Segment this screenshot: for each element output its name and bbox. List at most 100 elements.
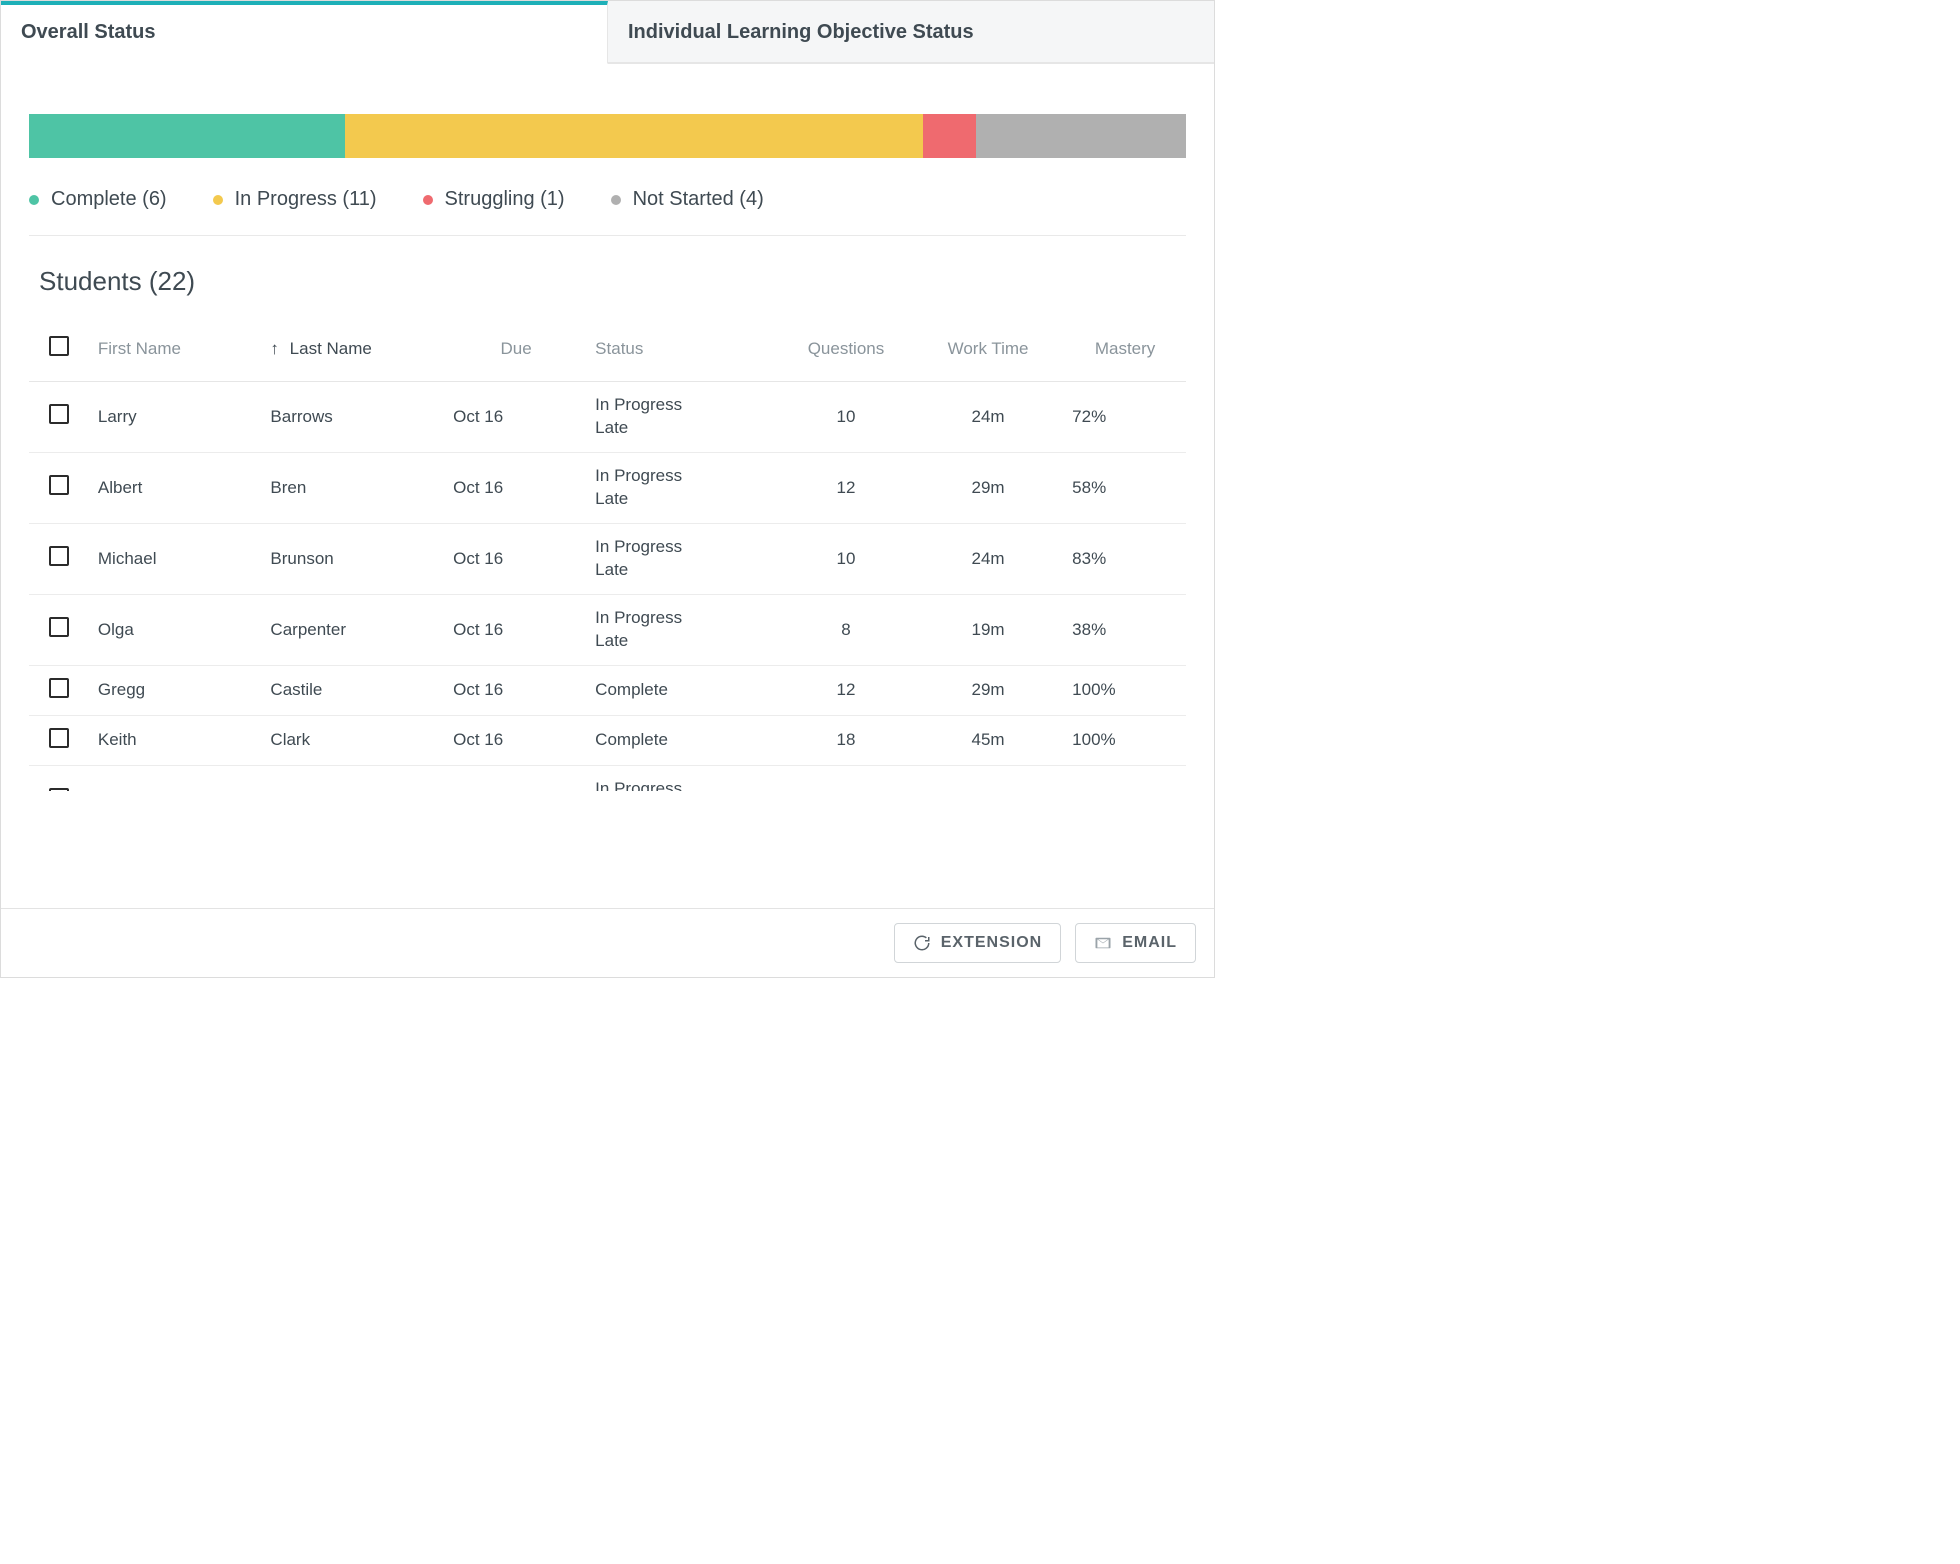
cell-status: In ProgressLate — [587, 382, 780, 453]
row-checkbox[interactable] — [49, 788, 69, 791]
header-last-name-label: Last Name — [290, 339, 372, 358]
header-due-label: Due — [501, 339, 532, 358]
cell-last-name: Carpenter — [270, 620, 346, 639]
cell-first: Keith — [90, 715, 263, 765]
legend-item-complete[interactable]: Complete (6) — [29, 188, 167, 211]
cell-first-name: David — [98, 790, 141, 791]
cell-status-primary: In Progress — [595, 778, 772, 792]
cell-checkbox — [29, 765, 90, 791]
row-checkbox[interactable] — [49, 475, 69, 495]
cell-work-time: 29m — [972, 478, 1005, 497]
email-button[interactable]: EMAIL — [1075, 923, 1196, 963]
legend-item-in-progress[interactable]: In Progress (11) — [213, 188, 377, 211]
row-checkbox[interactable] — [49, 617, 69, 637]
header-work-time[interactable]: Work Time — [912, 322, 1064, 382]
cell-checkbox — [29, 594, 90, 665]
row-checkbox[interactable] — [49, 728, 69, 748]
cell-last: Brunson — [262, 523, 445, 594]
cell-due-wrap: Oct 16 — [445, 594, 587, 665]
cell-first: Michael — [90, 523, 263, 594]
cell-work-time: 26m — [972, 790, 1005, 791]
legend-label-complete: Complete (6) — [51, 188, 167, 211]
cell-last-name: Clark — [270, 730, 310, 749]
cell-work-time-wrap: 24m — [912, 382, 1064, 453]
cell-due-wrap: Oct 16 — [445, 765, 587, 791]
row-checkbox[interactable] — [49, 404, 69, 424]
cell-work-time: 29m — [972, 680, 1005, 699]
cell-due: Oct 16 — [453, 407, 503, 426]
cell-questions: 10 — [837, 407, 856, 426]
table-row[interactable]: Michael Brunson Oct 16 In ProgressLate 10 24m… — [29, 523, 1186, 594]
cell-last: Carpenter — [262, 594, 445, 665]
cell-questions: 18 — [837, 730, 856, 749]
table-row[interactable]: GreggCastileOct 16Complete1229m100% — [29, 665, 1186, 715]
status-stacked-bar — [29, 114, 1186, 158]
cell-status: In ProgressLate — [587, 765, 780, 791]
cell-questions-wrap: 11 — [780, 765, 912, 791]
cell-mastery: 83% — [1072, 790, 1106, 791]
bar-segment-not-started — [976, 114, 1186, 158]
refresh-icon — [913, 934, 931, 952]
cell-due: Oct 16 — [453, 549, 503, 568]
header-last-name[interactable]: ↑ Last Name — [262, 322, 445, 382]
sort-ascending-icon: ↑ — [270, 339, 279, 359]
cell-checkbox — [29, 523, 90, 594]
cell-last: Cote — [262, 765, 445, 791]
table-row[interactable]: AlbertBrenOct 16In ProgressLate1229m58% — [29, 452, 1186, 523]
cell-work-time: 24m — [972, 407, 1005, 426]
cell-work-time-wrap: 29m — [912, 665, 1064, 715]
cell-status-group: In ProgressLate — [595, 536, 772, 582]
cell-first: Gregg — [90, 665, 263, 715]
cell-work-time: 19m — [972, 620, 1005, 639]
header-questions[interactable]: Questions — [780, 322, 912, 382]
tab-individual-objective-status[interactable]: Individual Learning Objective Status — [608, 1, 1214, 63]
cell-checkbox — [29, 452, 90, 523]
mail-icon — [1094, 934, 1112, 952]
cell-status-group: Complete — [595, 729, 772, 752]
checkbox-select-all[interactable] — [49, 336, 69, 356]
header-first-name[interactable]: First Name — [90, 322, 263, 382]
legend-dot-not-started-icon — [611, 195, 621, 205]
header-first-name-label: First Name — [98, 339, 181, 358]
cell-work-time-wrap: 29m — [912, 452, 1064, 523]
cell-mastery-wrap: 83% — [1064, 523, 1186, 594]
cell-first-name: Gregg — [98, 680, 145, 699]
table-row[interactable]: David CoteOct 16In ProgressLate11 26m 83% — [29, 765, 1186, 791]
table-row[interactable]: KeithClarkOct 16Complete1845m100% — [29, 715, 1186, 765]
cell-work-time-wrap: 24m — [912, 523, 1064, 594]
cell-due-wrap: Oct 16 — [445, 523, 587, 594]
tabs: Overall Status Individual Learning Objec… — [1, 1, 1214, 64]
row-checkbox[interactable] — [49, 678, 69, 698]
bar-segment-struggling — [923, 114, 976, 158]
header-select-all[interactable] — [29, 322, 90, 382]
cell-status-primary: In Progress — [595, 607, 772, 630]
cell-mastery: 83% — [1072, 549, 1106, 568]
legend-item-not-started[interactable]: Not Started (4) — [611, 188, 764, 211]
panel: Complete (6) In Progress (11) Struggling… — [1, 64, 1214, 791]
students-table-wrap[interactable]: First Name ↑ Last Name Due Status — [29, 321, 1186, 791]
cell-questions: 10 — [837, 549, 856, 568]
cell-due-wrap: Oct 16 — [445, 382, 587, 453]
cell-mastery: 100% — [1072, 680, 1115, 699]
cell-questions: 8 — [841, 620, 850, 639]
table-row[interactable]: LarryBarrowsOct 16In ProgressLate1024m72… — [29, 382, 1186, 453]
cell-status: In ProgressLate — [587, 523, 780, 594]
legend-item-struggling[interactable]: Struggling (1) — [423, 188, 565, 211]
header-status[interactable]: Status — [587, 322, 780, 382]
tab-overall-status[interactable]: Overall Status — [1, 1, 608, 64]
header-due[interactable]: Due — [445, 322, 587, 382]
cell-status-secondary: Late — [595, 559, 772, 582]
header-mastery[interactable]: Mastery — [1064, 322, 1186, 382]
cell-last-name: Bren — [270, 478, 306, 497]
cell-last: Castile — [262, 665, 445, 715]
cell-status-primary: Complete — [595, 679, 772, 702]
row-checkbox[interactable] — [49, 546, 69, 566]
table-row[interactable]: OlgaCarpenterOct 16In ProgressLate819m38… — [29, 594, 1186, 665]
cell-last-name: Brunson — [270, 549, 333, 568]
table-header-row: First Name ↑ Last Name Due Status — [29, 322, 1186, 382]
email-button-label: EMAIL — [1122, 934, 1177, 952]
students-table: First Name ↑ Last Name Due Status — [29, 322, 1186, 791]
extension-button-label: EXTENSION — [941, 934, 1042, 952]
cell-first-name: Michael — [98, 549, 157, 568]
extension-button[interactable]: EXTENSION — [894, 923, 1061, 963]
